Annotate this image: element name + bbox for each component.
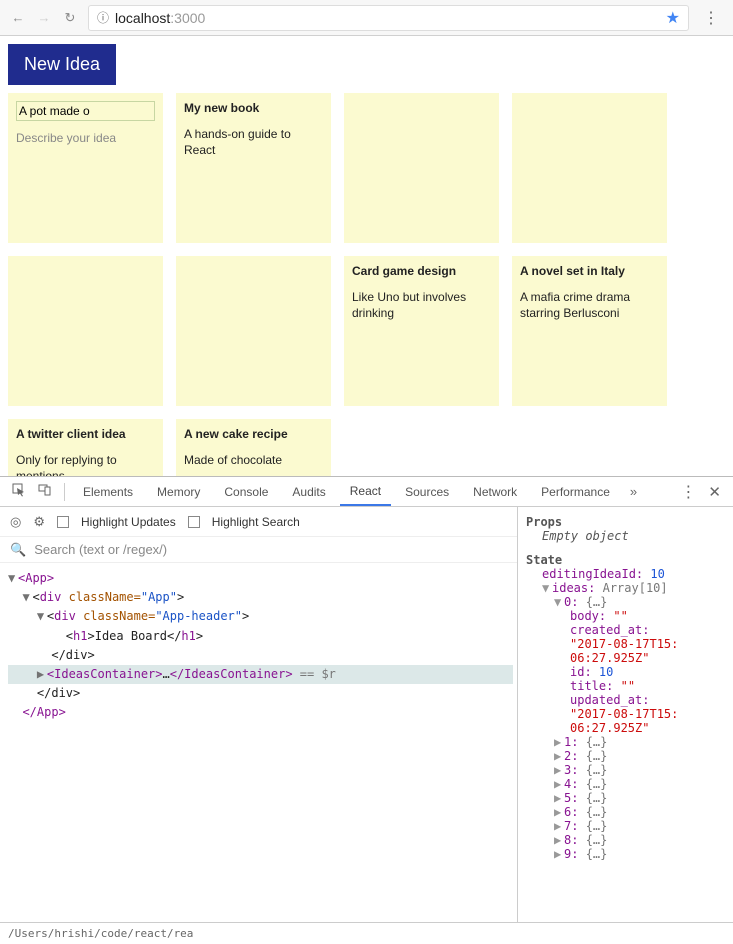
tab-memory[interactable]: Memory <box>147 479 210 505</box>
omnibox[interactable]: ⓘ localhost:3000 ★ <box>88 5 689 31</box>
site-info-icon[interactable]: ⓘ <box>97 9 109 26</box>
tab-console[interactable]: Console <box>214 479 278 505</box>
state-row[interactable]: ▶9: {…} <box>554 847 725 861</box>
target-icon[interactable]: ◎ <box>10 514 21 530</box>
state-row[interactable]: ▶6: {…} <box>554 805 725 819</box>
browser-menu-icon[interactable]: ⋮ <box>699 8 723 28</box>
state-row: created_at: "2017-08-17T15:06:27.925Z" <box>570 623 725 665</box>
state-row[interactable]: ▶4: {…} <box>554 777 725 791</box>
inspect-element-icon[interactable] <box>8 479 30 504</box>
react-search[interactable]: 🔍 Search (text or /regex/) <box>0 537 517 563</box>
ideas-grid: Describe your idea My new book A hands-o… <box>0 93 733 476</box>
idea-title: Card game design <box>352 264 491 278</box>
state-row[interactable]: ▼0: {…} <box>554 595 725 609</box>
idea-tile[interactable]: Card game design Like Uno but involves d… <box>344 256 499 406</box>
overflow-tabs-icon[interactable]: » <box>624 484 643 499</box>
idea-tile[interactable]: A twitter client idea Only for replying … <box>8 419 163 476</box>
tab-performance[interactable]: Performance <box>531 479 620 505</box>
highlight-search-label: Highlight Search <box>212 515 300 529</box>
settings-gear-icon[interactable]: ⚙ <box>33 514 45 530</box>
idea-tile[interactable]: A novel set in Italy A mafia crime drama… <box>512 256 667 406</box>
idea-title: A new cake recipe <box>184 427 323 441</box>
state-row[interactable]: ▶3: {…} <box>554 763 725 777</box>
state-row[interactable]: ▶8: {…} <box>554 833 725 847</box>
tab-audits[interactable]: Audits <box>282 479 335 505</box>
devtools-body: ◎ ⚙ Highlight Updates Highlight Search 🔍… <box>0 507 733 922</box>
browser-toolbar: ← → ↻ ⓘ localhost:3000 ★ ⋮ <box>0 0 733 36</box>
props-empty: Empty object <box>542 529 725 543</box>
bookmark-star-icon[interactable]: ★ <box>666 8 680 28</box>
separator <box>64 483 65 501</box>
state-row: updated_at: "2017-08-17T15:06:27.925Z" <box>570 693 725 735</box>
state-row: title: "" <box>570 679 725 693</box>
idea-body: Made of chocolate <box>184 453 323 469</box>
react-tree-pane: ◎ ⚙ Highlight Updates Highlight Search 🔍… <box>0 507 518 922</box>
idea-tile[interactable] <box>8 256 163 406</box>
idea-tile[interactable] <box>512 93 667 243</box>
idea-title: My new book <box>184 101 323 115</box>
idea-tile[interactable] <box>344 93 499 243</box>
state-row: id: 10 <box>570 665 725 679</box>
app-viewport: New Idea Describe your idea My new book … <box>0 36 733 476</box>
search-placeholder: Search (text or /regex/) <box>34 542 167 557</box>
idea-body-placeholder[interactable]: Describe your idea <box>16 131 116 145</box>
props-header: Props <box>526 515 725 529</box>
devtools-tabbar: Elements Memory Console Audits React Sou… <box>0 477 733 507</box>
idea-title-input[interactable] <box>16 101 155 121</box>
idea-body: A mafia crime drama starring Berlusconi <box>520 290 659 321</box>
state-row: body: "" <box>570 609 725 623</box>
state-header: State <box>526 553 725 567</box>
tab-elements[interactable]: Elements <box>73 479 143 505</box>
devtools-menu-icon[interactable]: ⋮ <box>676 482 700 502</box>
tab-sources[interactable]: Sources <box>395 479 459 505</box>
idea-tile[interactable]: My new book A hands-on guide to React <box>176 93 331 243</box>
highlight-search-checkbox[interactable] <box>188 516 200 528</box>
idea-tile[interactable]: A new cake recipe Made of chocolate <box>176 419 331 476</box>
reload-icon[interactable]: ↻ <box>62 10 78 26</box>
highlight-updates-label: Highlight Updates <box>81 515 176 529</box>
component-path: /Users/hrishi/code/react/rea <box>0 922 733 944</box>
state-row[interactable]: ▶2: {…} <box>554 749 725 763</box>
search-icon: 🔍 <box>10 542 26 558</box>
idea-title: A novel set in Italy <box>520 264 659 278</box>
tab-react[interactable]: React <box>340 478 391 506</box>
devtools-close-icon[interactable]: ✕ <box>704 483 725 501</box>
highlight-updates-checkbox[interactable] <box>57 516 69 528</box>
forward-icon[interactable]: → <box>36 10 52 25</box>
component-tree[interactable]: ▼<App> ▼<div className="App"> ▼<div clas… <box>0 563 517 922</box>
state-row[interactable]: editingIdeaId: 10 <box>542 567 725 581</box>
react-toolbar: ◎ ⚙ Highlight Updates Highlight Search <box>0 507 517 537</box>
back-icon[interactable]: ← <box>10 10 26 25</box>
state-row[interactable]: ▶7: {…} <box>554 819 725 833</box>
props-state-pane: Props Empty object State editingIdeaId: … <box>518 507 733 922</box>
state-row[interactable]: ▶5: {…} <box>554 791 725 805</box>
url-text: localhost:3000 <box>115 10 660 26</box>
devtools-panel: Elements Memory Console Audits React Sou… <box>0 476 733 944</box>
state-row[interactable]: ▶1: {…} <box>554 735 725 749</box>
idea-body: A hands-on guide to React <box>184 127 323 158</box>
state-row[interactable]: ▼ideas: Array[10] <box>542 581 725 595</box>
new-idea-button[interactable]: New Idea <box>8 44 116 85</box>
idea-body: Like Uno but involves drinking <box>352 290 491 321</box>
idea-body: Only for replying to mentions <box>16 453 155 476</box>
device-toolbar-icon[interactable] <box>34 479 56 504</box>
idea-tile[interactable] <box>176 256 331 406</box>
idea-tile-editing: Describe your idea <box>8 93 163 243</box>
idea-title: A twitter client idea <box>16 427 155 441</box>
tab-network[interactable]: Network <box>463 479 527 505</box>
